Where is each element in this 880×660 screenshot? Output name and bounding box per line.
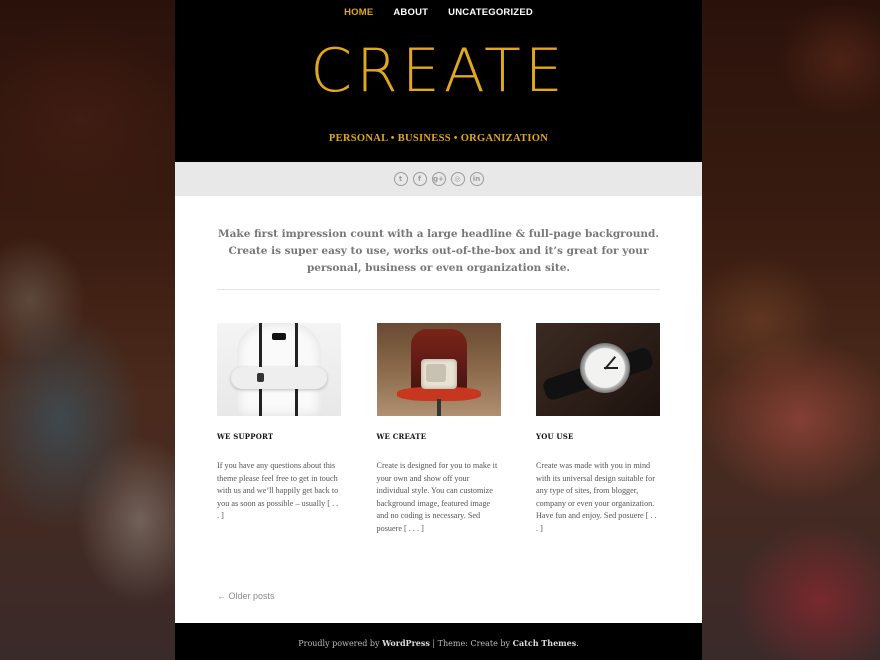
feature-title[interactable]: WE SUPPORT bbox=[217, 432, 341, 441]
social-bar: t f g+ ◎ in bbox=[175, 162, 702, 196]
wordpress-link[interactable]: WordPress bbox=[382, 638, 430, 648]
google-plus-icon[interactable]: g+ bbox=[431, 172, 446, 186]
feature-we-support: WE SUPPORT If you have any questions abo… bbox=[217, 323, 341, 535]
feature-you-use: YOU USE Create was made with you in mind… bbox=[536, 323, 660, 535]
facebook-icon[interactable]: f bbox=[412, 172, 427, 186]
feature-title[interactable]: YOU USE bbox=[536, 432, 660, 441]
nav-item-uncategorized[interactable]: UNCATEGORIZED bbox=[448, 7, 533, 18]
site-footer: Proudly powered by WordPress | Theme: Cr… bbox=[175, 623, 702, 660]
feature-image-wristwatch[interactable] bbox=[536, 323, 660, 416]
feature-text: If you have any questions about this the… bbox=[217, 461, 339, 520]
twitter-icon[interactable]: t bbox=[393, 172, 408, 186]
instagram-icon[interactable]: ◎ bbox=[450, 172, 465, 186]
nav-item-about[interactable]: ABOUT bbox=[393, 7, 428, 18]
footer-suffix: . bbox=[576, 639, 579, 648]
feature-image-man-suspenders[interactable] bbox=[217, 323, 341, 416]
footer-prefix: Proudly powered by bbox=[298, 639, 383, 648]
feature-text: Create was made with you in mind with it… bbox=[536, 461, 657, 533]
main-nav: HOME ABOUT UNCATEGORIZED bbox=[175, 0, 702, 18]
site-title[interactable]: CREATE bbox=[175, 36, 702, 106]
feature-text: Create is designed for you to make it yo… bbox=[376, 461, 498, 533]
features-row: WE SUPPORT If you have any questions abo… bbox=[217, 323, 660, 535]
catch-themes-link[interactable]: Catch Themes bbox=[513, 638, 577, 648]
linkedin-icon[interactable]: in bbox=[469, 172, 484, 186]
older-posts-link[interactable]: ← Older posts bbox=[217, 591, 660, 601]
site-tagline: PERSONAL • BUSINESS • ORGANIZATION bbox=[328, 133, 549, 144]
main-content: Make first impression count with a large… bbox=[175, 196, 702, 623]
site-title-text[interactable]: CREATE bbox=[310, 36, 566, 106]
page-column: HOME ABOUT UNCATEGORIZED CREATE PERSONAL… bbox=[175, 0, 702, 660]
nav-item-home[interactable]: HOME bbox=[344, 7, 373, 18]
feature-we-create: WE CREATE Create is designed for you to … bbox=[376, 323, 501, 535]
site-header: HOME ABOUT UNCATEGORIZED CREATE PERSONAL… bbox=[175, 0, 702, 162]
intro-text: Make first impression count with a large… bbox=[217, 196, 660, 290]
feature-title[interactable]: WE CREATE bbox=[377, 432, 501, 441]
footer-separator: | Theme: Create by bbox=[429, 639, 513, 648]
feature-image-retro-tv[interactable] bbox=[376, 323, 501, 416]
